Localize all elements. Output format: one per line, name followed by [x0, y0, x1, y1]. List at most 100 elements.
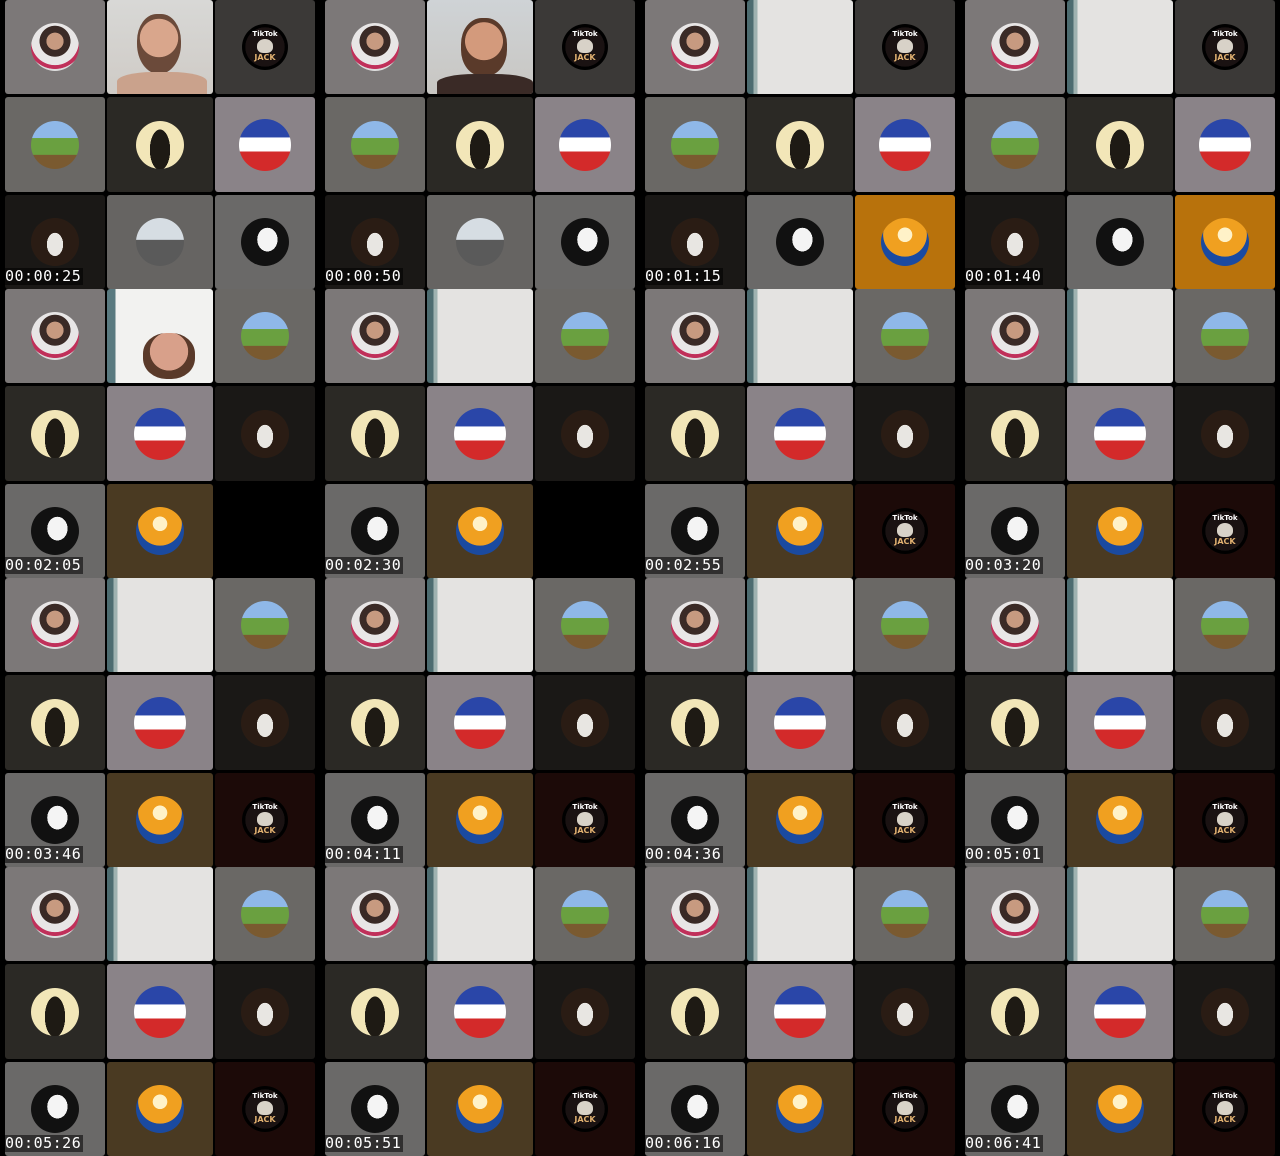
video-call-thumbnail: TikTok JACK 00:00:50 — [320, 0, 636, 289]
participant-tile: TikTok JACK — [535, 1062, 635, 1156]
participant-tile — [5, 0, 105, 94]
participant-tile — [325, 964, 425, 1059]
tiktok-jack-logo-icon: TikTok JACK — [242, 24, 288, 70]
masked-figure-avatar-icon — [881, 698, 929, 747]
participant-tile: TikTok JACK — [1175, 773, 1275, 867]
participant-tile — [1175, 97, 1275, 192]
participant-tile — [1067, 289, 1173, 383]
participant-tile — [855, 867, 955, 961]
video-call-thumbnail: TikTok JACK 00:01:40 — [960, 0, 1276, 289]
participant-tile — [215, 386, 315, 481]
thumbnail-timestamp: 00:06:16 — [643, 1134, 724, 1152]
woman-avatar-icon — [671, 601, 719, 649]
bw-portrait-avatar-icon — [991, 796, 1039, 844]
participant-tile — [427, 289, 533, 383]
participant-tile — [747, 97, 853, 192]
masked-figure-avatar-icon — [561, 409, 609, 458]
participant-tile — [535, 867, 635, 961]
skull-icon — [897, 812, 913, 826]
masked-figure-avatar-icon — [671, 218, 719, 266]
participant-tile — [427, 97, 533, 192]
tiktok-jack-text: JACK — [894, 826, 916, 835]
participant-tile — [427, 386, 533, 481]
participant-tile — [747, 675, 853, 770]
participant-tile — [1067, 1062, 1173, 1156]
participant-tile — [325, 0, 425, 94]
cowboy-cartoon-avatar-icon — [136, 507, 184, 555]
participant-tile — [747, 0, 853, 94]
participant-tile — [1067, 0, 1173, 94]
participant-tile — [427, 195, 533, 289]
participant-tile — [5, 289, 105, 383]
participant-tile — [855, 578, 955, 672]
bw-portrait-avatar-icon — [671, 507, 719, 555]
woman-avatar-icon — [991, 312, 1039, 360]
tiktok-jack-text: JACK — [1214, 537, 1236, 546]
tiktok-logo-text: TikTok — [892, 30, 918, 38]
tiktok-jack-logo-icon: TikTok JACK — [562, 1086, 608, 1132]
video-call-thumbnail: TikTok JACK 00:06:41 — [960, 867, 1276, 1156]
participant-tile — [855, 289, 955, 383]
sky-landscape-avatar-icon — [456, 218, 504, 266]
webcam-face-icon — [143, 333, 195, 379]
participant-tile — [107, 867, 213, 961]
participant-tile — [107, 289, 213, 383]
skull-icon — [897, 1101, 913, 1115]
participant-tile — [5, 867, 105, 961]
participant-tile — [325, 289, 425, 383]
masked-figure-avatar-icon — [241, 409, 289, 458]
flag-emblem-icon — [879, 118, 931, 171]
participant-tile — [1175, 675, 1275, 770]
woman-avatar-icon — [31, 890, 79, 938]
thumbnail-timestamp: 00:01:40 — [963, 267, 1044, 285]
thumbnail-timestamp: 00:00:50 — [323, 267, 404, 285]
tiktok-jack-text: JACK — [894, 1115, 916, 1124]
warrior-avatar-icon — [351, 987, 399, 1036]
woman-avatar-icon — [351, 312, 399, 360]
masked-figure-avatar-icon — [1201, 987, 1249, 1036]
field-cartoon-avatar-icon — [1201, 312, 1249, 360]
participant-tile: TikTok JACK — [215, 773, 315, 867]
woman-avatar-icon — [991, 601, 1039, 649]
participant-tile — [645, 578, 745, 672]
warrior-avatar-icon — [31, 698, 79, 747]
cowboy-cartoon-avatar-icon — [1096, 796, 1144, 844]
bw-portrait-avatar-icon — [31, 1085, 79, 1133]
participant-tile — [747, 386, 853, 481]
video-call-thumbnail: TikTok JACK 00:02:55 — [640, 289, 956, 578]
woman-avatar-icon — [31, 312, 79, 360]
participant-tile — [215, 97, 315, 192]
skull-icon — [257, 812, 273, 826]
tiktok-jack-logo-icon: TikTok JACK — [882, 24, 928, 70]
video-call-thumbnail: 00:02:30 — [320, 289, 636, 578]
field-cartoon-avatar-icon — [671, 120, 719, 169]
thumbnail-timestamp: 00:00:25 — [3, 267, 84, 285]
skull-icon — [897, 523, 913, 537]
cowboy-cartoon-avatar-icon — [456, 507, 504, 555]
field-cartoon-avatar-icon — [241, 890, 289, 938]
warrior-avatar-icon — [671, 409, 719, 458]
cowboy-cartoon-avatar-icon — [456, 1085, 504, 1133]
tiktok-jack-text: JACK — [1214, 53, 1236, 62]
participant-tile — [107, 1062, 213, 1156]
bw-portrait-avatar-icon — [991, 1085, 1039, 1133]
participant-tile — [5, 675, 105, 770]
tiktok-logo-text: TikTok — [892, 514, 918, 522]
tiktok-logo-text: TikTok — [892, 803, 918, 811]
video-call-thumbnail: TikTok JACK 00:06:16 — [640, 867, 956, 1156]
participant-tile — [325, 675, 425, 770]
thumbnail-timestamp: 00:03:46 — [3, 845, 84, 863]
warrior-avatar-icon — [671, 698, 719, 747]
webcam-face-icon — [137, 14, 181, 74]
field-cartoon-avatar-icon — [881, 601, 929, 649]
bw-portrait-avatar-icon — [31, 796, 79, 844]
participant-tile: TikTok JACK — [1175, 0, 1275, 94]
video-call-thumbnail: TikTok JACK 00:04:11 — [320, 578, 636, 867]
field-cartoon-avatar-icon — [561, 601, 609, 649]
participant-tile — [965, 0, 1065, 94]
participant-tile — [427, 773, 533, 867]
skull-icon — [1217, 523, 1233, 537]
participant-tile — [747, 867, 853, 961]
sky-landscape-avatar-icon — [136, 218, 184, 266]
woman-avatar-icon — [351, 23, 399, 71]
